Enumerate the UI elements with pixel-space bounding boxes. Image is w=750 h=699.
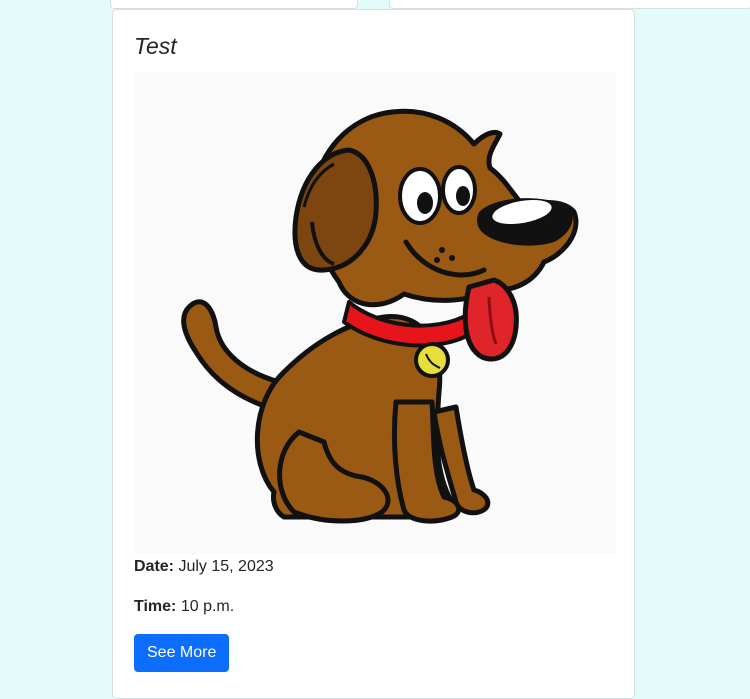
time-label: Time: <box>134 598 177 615</box>
event-time: Time: 10 p.m. <box>134 597 234 617</box>
date-value: July 15, 2023 <box>178 558 274 575</box>
cartoon-dog-icon <box>181 108 579 524</box>
event-title: Test <box>134 33 177 59</box>
nav-segment-right <box>389 0 750 9</box>
date-label: Date: <box>134 558 175 575</box>
nav-segment-left <box>110 0 358 9</box>
event-date: Date: July 15, 2023 <box>134 557 274 577</box>
event-image <box>134 72 616 554</box>
see-more-button[interactable]: See More <box>134 634 230 672</box>
event-card: Test Date: July 15, 2023 Time: 10 p.m. S… <box>112 9 635 699</box>
time-value: 10 p.m. <box>180 598 235 615</box>
